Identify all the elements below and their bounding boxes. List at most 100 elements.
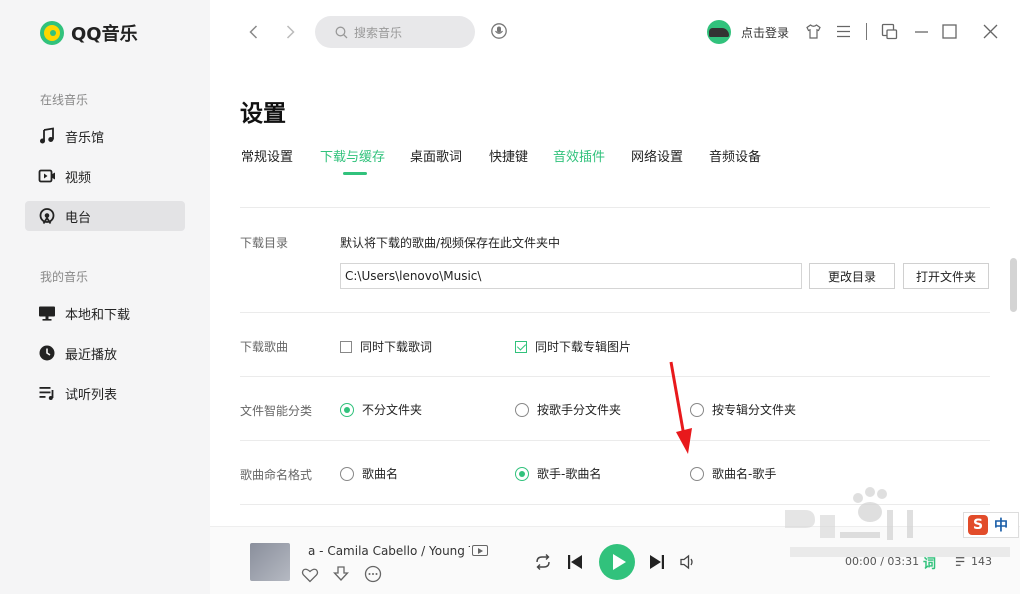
naming-song-radio[interactable]: 歌曲名 (340, 465, 398, 482)
monitor-icon (38, 304, 56, 322)
tab-sound-plugins[interactable]: 音效插件 (553, 146, 605, 165)
red-annotation-arrow-icon (669, 361, 692, 454)
next-track-icon[interactable] (648, 553, 666, 571)
sidebar-item-label: 最近播放 (65, 347, 118, 363)
checkbox-label: 同时下载歌词 (360, 340, 433, 354)
sidebar-section-online: 在线音乐 (40, 93, 89, 107)
mini-mode-icon[interactable] (881, 23, 898, 40)
active-tab-indicator (343, 172, 367, 175)
radio-label: 歌手-歌曲名 (537, 467, 602, 481)
sidebar-item-label: 试听列表 (65, 387, 118, 403)
voice-search-icon[interactable] (490, 22, 508, 40)
sidebar: QQ音乐 在线音乐 音乐馆 视频 电台 我的音乐 本地和下载 最近播放 试听列表 (0, 0, 210, 594)
page-title: 设置 (240, 101, 286, 127)
forward-arrow-icon[interactable] (280, 22, 300, 42)
user-avatar[interactable] (707, 20, 731, 44)
close-icon[interactable] (982, 23, 999, 40)
more-options-icon[interactable] (364, 565, 382, 583)
like-heart-icon[interactable] (301, 566, 319, 584)
naming-song-artist-radio[interactable]: 歌曲名-歌手 (690, 465, 776, 482)
playlist-icon (38, 384, 56, 402)
top-bar: 搜索音乐 点击登录 (210, 0, 1020, 70)
sort-by-album-radio[interactable]: 按专辑分文件夹 (690, 401, 796, 418)
app-logo-text: QQ音乐 (71, 24, 138, 45)
change-dir-button[interactable]: 更改目录 (809, 263, 895, 289)
sidebar-item-local-download[interactable]: 本地和下载 (25, 298, 185, 328)
download-path-field[interactable] (340, 263, 802, 289)
download-lyrics-checkbox[interactable]: 同时下载歌词 (340, 338, 432, 355)
download-icon[interactable] (332, 565, 350, 583)
tab-download-cache[interactable]: 下载与缓存 (320, 146, 385, 165)
radio-label: 按专辑分文件夹 (712, 403, 797, 417)
sidebar-item-video[interactable]: 视频 (25, 161, 185, 191)
mv-icon[interactable] (472, 545, 488, 556)
back-arrow-icon[interactable] (244, 22, 264, 42)
skin-shirt-icon[interactable] (805, 23, 822, 40)
sogou-s-icon: S (968, 515, 988, 535)
sort-by-artist-radio[interactable]: 按歌手分文件夹 (515, 401, 621, 418)
radio-icon (38, 207, 56, 225)
tab-audio-device[interactable]: 音频设备 (709, 146, 761, 165)
download-dir-description: 默认将下载的歌曲/视频保存在此文件夹中 (340, 236, 561, 250)
radio-label: 歌曲名-歌手 (712, 467, 777, 481)
volume-icon[interactable] (679, 553, 697, 571)
sidebar-item-label: 本地和下载 (65, 307, 131, 323)
sidebar-item-music-hall[interactable]: 音乐馆 (25, 121, 185, 151)
vertical-scrollbar[interactable] (1010, 258, 1017, 312)
tab-general[interactable]: 常规设置 (241, 146, 293, 165)
radio-icon (340, 466, 354, 481)
qq-music-logo-icon (40, 21, 64, 45)
search-input[interactable]: 搜索音乐 (354, 24, 402, 41)
previous-track-icon[interactable] (566, 553, 584, 571)
sidebar-item-radio[interactable]: 电台 (25, 201, 185, 231)
play-button[interactable] (599, 544, 635, 580)
section-divider (240, 376, 990, 377)
sidebar-item-label: 音乐馆 (65, 130, 105, 146)
sidebar-section-mine: 我的音乐 (40, 270, 89, 284)
radio-label: 歌曲名 (362, 467, 399, 481)
search-icon (335, 26, 348, 39)
ime-chinese-mode-icon: 中 (994, 518, 1008, 534)
naming-artist-song-radio[interactable]: 歌手-歌曲名 (515, 465, 601, 482)
download-songs-label: 下载歌曲 (240, 340, 289, 354)
checkbox-checked-icon (515, 340, 527, 353)
toolbar-divider (866, 23, 867, 40)
login-link[interactable]: 点击登录 (741, 24, 789, 41)
section-divider (240, 207, 990, 208)
tab-network[interactable]: 网络设置 (631, 146, 683, 165)
sidebar-item-label: 电台 (65, 210, 92, 226)
radio-icon (515, 402, 529, 417)
album-cover[interactable] (250, 543, 290, 581)
search-box[interactable]: 搜索音乐 (315, 16, 475, 48)
minimize-icon[interactable] (913, 23, 930, 40)
video-icon (38, 167, 56, 185)
checkbox-icon (340, 340, 352, 353)
ime-indicator[interactable]: S 中 (963, 512, 1019, 538)
loop-mode-icon[interactable] (534, 553, 552, 571)
clock-icon (38, 344, 56, 362)
section-divider (240, 312, 990, 313)
sidebar-item-label: 视频 (65, 170, 92, 186)
tab-hotkeys[interactable]: 快捷键 (489, 146, 528, 165)
checkbox-label: 同时下载专辑图片 (535, 340, 632, 354)
radio-label: 按歌手分文件夹 (537, 403, 622, 417)
menu-icon[interactable] (835, 23, 852, 40)
radio-selected-icon (340, 402, 354, 417)
music-note-icon (38, 127, 56, 145)
download-album-art-checkbox[interactable]: 同时下载专辑图片 (515, 338, 631, 355)
tab-desktop-lyrics[interactable]: 桌面歌词 (410, 146, 462, 165)
app-logo[interactable]: QQ音乐 (40, 20, 138, 46)
now-playing-title[interactable]: a - Camila Cabello / Young T (308, 544, 470, 558)
radio-label: 不分文件夹 (362, 403, 423, 417)
radio-icon (690, 466, 704, 481)
sort-none-radio[interactable]: 不分文件夹 (340, 401, 422, 418)
sidebar-item-recent[interactable]: 最近播放 (25, 338, 185, 368)
download-dir-label: 下载目录 (240, 236, 289, 250)
sidebar-item-trial-list[interactable]: 试听列表 (25, 378, 185, 408)
smart-sort-label: 文件智能分类 (240, 404, 313, 418)
radio-selected-icon (515, 466, 529, 481)
maximize-icon[interactable] (941, 23, 958, 40)
open-folder-button[interactable]: 打开文件夹 (903, 263, 989, 289)
section-divider (240, 440, 990, 441)
naming-format-label: 歌曲命名格式 (240, 468, 313, 482)
